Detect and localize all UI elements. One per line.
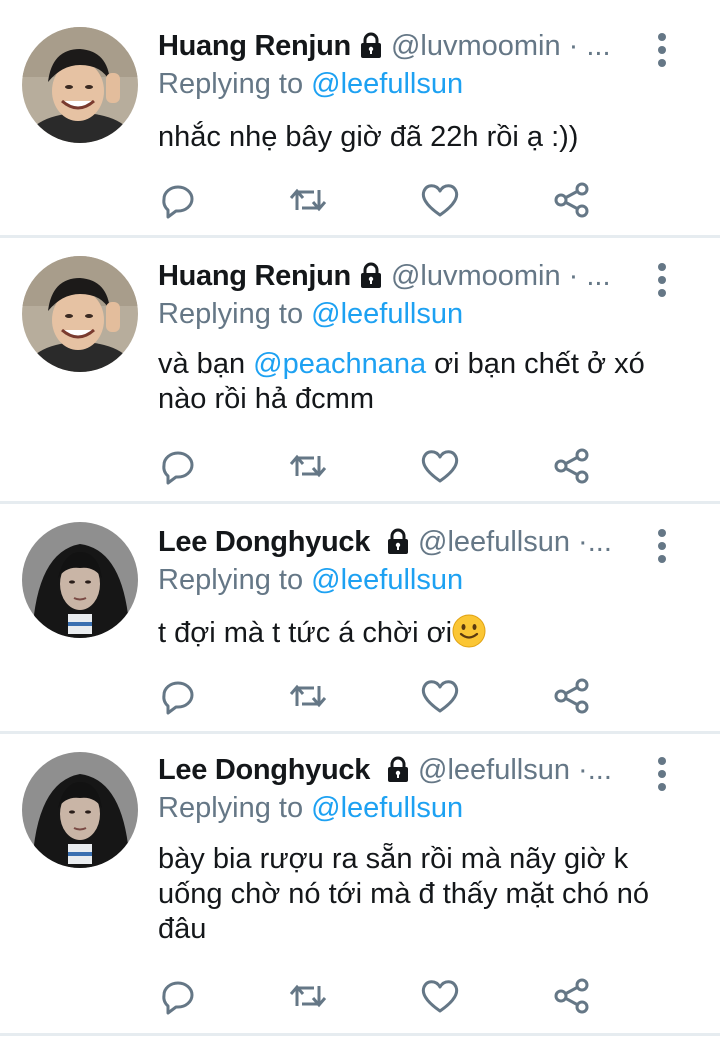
tweet-text: và bạn @peachnana ơi bạn chết ở xó nào r…	[158, 347, 658, 417]
reply-icon[interactable]	[158, 976, 198, 1016]
tweet[interactable]: Huang Renjun @luvmoomin · ... Replying to…	[0, 238, 720, 504]
tweet-mention[interactable]: @peachnana	[253, 348, 426, 380]
replying-prefix: Replying to	[158, 564, 304, 596]
replying-to: Replying to @leefullsun	[158, 564, 463, 597]
more-vertical-icon[interactable]	[652, 260, 672, 300]
replying-mention[interactable]: @leefullsun	[311, 68, 463, 100]
tweet-actions	[158, 676, 598, 716]
author-handle[interactable]: @leefullsun ·...	[418, 754, 612, 786]
retweet-icon[interactable]	[288, 180, 328, 220]
tweet-actions	[158, 180, 598, 220]
author-name[interactable]: Huang Renjun	[158, 30, 351, 62]
replying-to: Replying to @leefullsun	[158, 68, 463, 101]
avatar-huang-renjun[interactable]	[22, 27, 138, 143]
lock-icon	[357, 31, 385, 67]
avatar-huang-renjun[interactable]	[22, 256, 138, 372]
lock-icon	[384, 755, 412, 791]
tweet[interactable]: Lee Donghyuck @leefullsun ·... Replying t…	[0, 504, 720, 734]
reply-icon[interactable]	[158, 180, 198, 220]
tweet-text: bày bia rượu ra sẵn rồi mà nãy giờ k uốn…	[158, 843, 650, 945]
replying-prefix: Replying to	[158, 792, 304, 824]
avatar-lee-donghyuck[interactable]	[22, 752, 138, 868]
tweet-feed: Huang Renjun @luvmoomin · ... Replying to…	[0, 0, 720, 1039]
heart-icon[interactable]	[420, 976, 460, 1016]
tweet-actions	[158, 446, 598, 486]
slightly-smiling-face-icon	[452, 614, 486, 648]
replying-to: Replying to @leefullsun	[158, 298, 463, 331]
author-handle[interactable]: @luvmoomin · ...	[391, 30, 611, 62]
tweet-text: nhắc nhẹ bây giờ đã 22h rồi ạ :))	[158, 121, 579, 153]
reply-icon[interactable]	[158, 676, 198, 716]
tweet-text-start: và bạn	[158, 348, 254, 380]
replying-prefix: Replying to	[158, 298, 304, 330]
heart-icon[interactable]	[420, 676, 460, 716]
replying-mention[interactable]: @leefullsun	[311, 792, 463, 824]
tweet[interactable]: Lee Donghyuck @leefullsun ·... Replying t…	[0, 734, 720, 1036]
author-name[interactable]: Huang Renjun	[158, 260, 351, 292]
tweet-actions	[158, 976, 598, 1016]
avatar-lee-donghyuck[interactable]	[22, 522, 138, 638]
more-vertical-icon[interactable]	[652, 754, 672, 794]
author-name[interactable]: Lee Donghyuck	[158, 526, 370, 558]
lock-icon	[357, 261, 385, 297]
retweet-icon[interactable]	[288, 976, 328, 1016]
share-icon[interactable]	[552, 446, 592, 486]
heart-icon[interactable]	[420, 446, 460, 486]
tweet-text: t đợi mà t tức á chời ơi	[158, 614, 680, 651]
retweet-icon[interactable]	[288, 676, 328, 716]
more-vertical-icon[interactable]	[652, 526, 672, 566]
retweet-icon[interactable]	[288, 446, 328, 486]
share-icon[interactable]	[552, 180, 592, 220]
share-icon[interactable]	[552, 976, 592, 1016]
author-handle[interactable]: @leefullsun ·...	[418, 526, 612, 558]
lock-icon	[384, 527, 412, 563]
share-icon[interactable]	[552, 676, 592, 716]
author-name[interactable]: Lee Donghyuck	[158, 754, 370, 786]
replying-mention[interactable]: @leefullsun	[311, 298, 463, 330]
replying-mention[interactable]: @leefullsun	[311, 564, 463, 596]
more-vertical-icon[interactable]	[652, 30, 672, 70]
heart-icon[interactable]	[420, 180, 460, 220]
replying-prefix: Replying to	[158, 68, 304, 100]
tweet[interactable]: Huang Renjun @luvmoomin · ... Replying to…	[0, 0, 720, 238]
tweet-text-content: t đợi mà t tức á chời ơi	[158, 617, 453, 649]
reply-icon[interactable]	[158, 446, 198, 486]
author-handle[interactable]: @luvmoomin · ...	[391, 260, 611, 292]
replying-to: Replying to @leefullsun	[158, 792, 463, 825]
